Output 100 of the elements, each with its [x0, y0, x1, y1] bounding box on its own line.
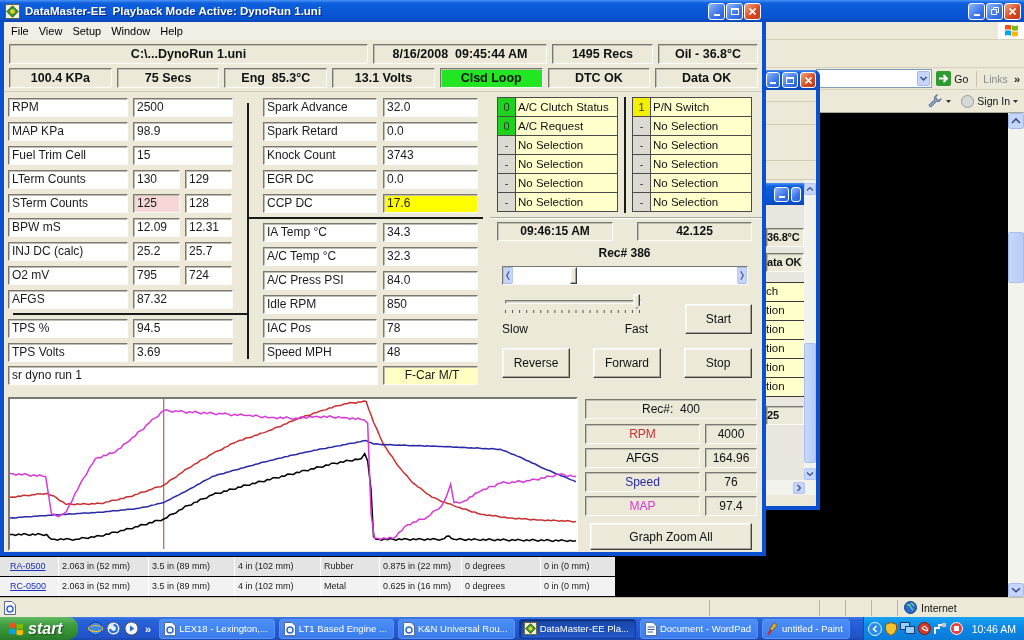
channel-name: AFGS [585, 448, 700, 468]
minimize-button[interactable] [968, 2, 985, 20]
page-icon [283, 621, 296, 636]
more-button[interactable]: » [139, 622, 156, 635]
slider-max-label: Fast [624, 322, 648, 336]
globe-icon[interactable] [88, 621, 103, 636]
menu-item[interactable]: Window [106, 23, 156, 39]
menu-item[interactable]: View [33, 23, 68, 39]
part-link[interactable]: RA-0500 [10, 557, 58, 576]
transport-button[interactable]: Forward [593, 348, 661, 378]
table-cell: 2.063 in (52 mm) [58, 557, 148, 576]
switch-label[interactable]: No Selection [650, 154, 752, 174]
position-thumb[interactable] [570, 267, 578, 284]
switch-label[interactable]: No Selection [650, 116, 752, 136]
switch-label[interactable]: P/N Switch [650, 97, 752, 117]
flag-icon [1003, 23, 1019, 38]
status-panel: Oil - 36.8°C [658, 44, 758, 64]
status-panel: 36.8°C [766, 228, 804, 247]
task-button[interactable]: DataMaster-EE Pla... [518, 618, 636, 639]
task-button[interactable]: LEX18 - Lexington,... [159, 618, 275, 639]
parameter-label: IA Temp °C [263, 223, 377, 242]
scroll-thumb[interactable] [804, 343, 816, 463]
zoom-button[interactable]: Graph Zoom All [590, 523, 752, 550]
plug-icon[interactable] [933, 622, 947, 635]
switch-label[interactable]: No Selection [515, 135, 618, 155]
start-button[interactable]: Start [685, 304, 752, 334]
app-icon [523, 622, 537, 635]
switch-label: tion [766, 358, 804, 377]
parameter-label: IAC Pos [263, 319, 377, 338]
chevron-icon[interactable] [867, 621, 882, 636]
switch-label: tion [766, 339, 804, 358]
minimize-icon [770, 82, 776, 84]
caret-icon[interactable] [1013, 99, 1018, 103]
transport-button[interactable]: Reverse [502, 348, 570, 378]
parameter-value: 84.0 [383, 271, 478, 290]
part-link[interactable]: RC-0500 [10, 577, 58, 596]
maximize-button[interactable] [782, 72, 798, 88]
switch-label[interactable]: No Selection [515, 173, 618, 193]
arrow-icon [936, 71, 952, 86]
swirl-icon[interactable] [106, 621, 121, 636]
menu-item[interactable]: File [6, 23, 34, 39]
menu-item[interactable]: Setup [67, 23, 107, 39]
shield-icon[interactable] [884, 621, 897, 636]
scroll-thumb[interactable] [1008, 232, 1024, 283]
close-button[interactable] [800, 72, 816, 88]
switch-label[interactable]: No Selection [515, 154, 618, 174]
scrollbar[interactable] [804, 180, 816, 480]
scroll-left-icon[interactable] [503, 267, 513, 284]
play-icon[interactable] [124, 621, 139, 636]
switch-label[interactable]: A/C Clutch Status [515, 97, 618, 117]
menu-item[interactable]: Help [155, 23, 188, 39]
scroll-up-icon[interactable] [1008, 113, 1024, 129]
scroll-right-icon[interactable] [737, 267, 747, 284]
parameter-label: RPM [8, 98, 128, 117]
monitor-icon[interactable] [899, 622, 915, 635]
caret-icon[interactable] [946, 99, 952, 103]
switch-label[interactable]: No Selection [650, 135, 752, 155]
table-cell: 0 in (0 mm) [540, 577, 615, 596]
sign-in-button[interactable]: Sign In [961, 94, 1018, 108]
parameter-label: Spark Retard [263, 122, 377, 141]
task-button[interactable]: K&N Universal Rou... [397, 618, 515, 639]
switch-label[interactable]: No Selection [650, 173, 752, 193]
task-button[interactable]: untitled - Paint [762, 618, 850, 639]
table-cell: Rubber [320, 557, 379, 576]
minimize-button[interactable] [766, 72, 780, 88]
minimize-button[interactable] [708, 2, 725, 20]
dropdown-icon[interactable] [917, 71, 931, 86]
scroll-right-icon[interactable] [793, 481, 805, 494]
transport-button[interactable]: Stop [684, 348, 752, 378]
wrench-icon[interactable] [928, 94, 943, 108]
status-panel: 8/16/2008 09:45:44 AM [373, 44, 547, 64]
circle-icon [961, 94, 975, 108]
close-button[interactable] [1004, 2, 1021, 20]
circle-icon[interactable] [917, 622, 931, 635]
task-button[interactable]: LT1 Based Engine ... [278, 618, 394, 639]
start-button[interactable]: start [0, 617, 78, 640]
page-icon [402, 621, 415, 636]
scroll-down-icon[interactable] [1008, 583, 1024, 597]
maximize-button[interactable] [726, 2, 743, 20]
minimize-button[interactable] [774, 186, 789, 202]
switch-label[interactable]: No Selection [650, 192, 752, 212]
scroll-up-icon[interactable] [804, 183, 816, 195]
more-links-button[interactable]: » [1013, 72, 1020, 85]
parameter-value: 32.3 [383, 247, 478, 266]
restore-button[interactable] [791, 186, 801, 202]
slider-thumb[interactable] [633, 294, 641, 309]
go-button[interactable]: Go [935, 69, 973, 88]
restore-button[interactable] [986, 2, 1003, 20]
scrollbar[interactable] [1008, 113, 1024, 597]
task-button[interactable]: Document - WordPad [639, 618, 759, 639]
scroll-down-icon[interactable] [804, 468, 816, 480]
close-button[interactable] [744, 2, 761, 20]
window-title: DataMaster-EE Playback Mode Active: DynoRun 1.uni [25, 5, 323, 17]
channel-name: RPM [585, 424, 700, 444]
switch-label[interactable]: No Selection [515, 192, 618, 212]
switch-label[interactable]: A/C Request [515, 116, 618, 136]
parameter-value: 98.9 [133, 122, 233, 141]
notes-field[interactable]: sr dyno run 1 [8, 366, 378, 385]
channel-value: 97.4 [705, 496, 757, 516]
address-field[interactable] [816, 69, 933, 88]
